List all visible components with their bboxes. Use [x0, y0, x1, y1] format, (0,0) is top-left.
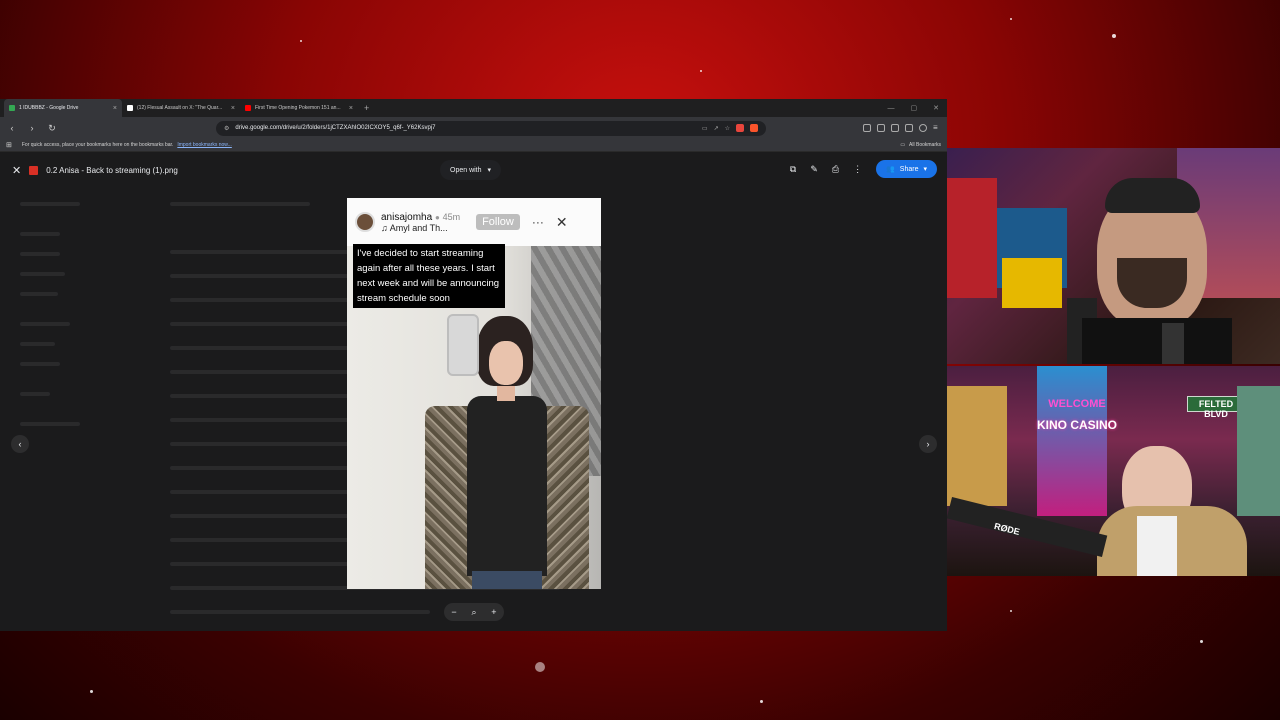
- youtube-icon: [245, 105, 251, 111]
- add-shortcut-icon[interactable]: ⧉: [790, 164, 796, 175]
- zoom-fit-icon[interactable]: ⌕: [471, 607, 476, 618]
- sparkle: [760, 700, 763, 703]
- bookmarks-bar: ⊞ For quick access, place your bookmarks…: [0, 139, 947, 152]
- previous-file-button[interactable]: ‹: [11, 435, 29, 453]
- music-icon: ♫: [381, 222, 388, 233]
- close-icon: ✕: [555, 213, 568, 230]
- site-info-icon[interactable]: ⚙: [224, 125, 229, 132]
- close-icon[interactable]: ✕: [12, 164, 21, 177]
- zoom-controls: − ⌕ +: [444, 603, 504, 621]
- toolbar-icons: ≡: [863, 124, 941, 132]
- tab-youtube[interactable]: First Time Opening Pokemon 151 an... ×: [240, 99, 358, 117]
- story-subtitle: Amyl and Th...: [389, 222, 448, 233]
- folder-icon: ▭: [900, 142, 906, 148]
- sparkle: [1010, 610, 1012, 612]
- navigation-bar: ‹ › ↻ ⚙ drive.google.com/drive/u/2/folde…: [0, 117, 947, 139]
- welcome-sign-text: WELCOME: [1048, 398, 1106, 410]
- more-options-icon[interactable]: ⋮: [853, 164, 862, 175]
- close-window-icon[interactable]: ✕: [933, 104, 939, 112]
- phone: [447, 314, 479, 376]
- verified-icon: ●: [434, 212, 440, 222]
- webcam-top: [947, 148, 1280, 364]
- close-tab-icon[interactable]: ×: [231, 105, 235, 112]
- chevron-down-icon: ▾: [923, 166, 927, 173]
- share-page-icon[interactable]: ↗: [714, 125, 719, 132]
- back-icon[interactable]: ‹: [6, 123, 18, 133]
- x-icon: [127, 105, 133, 111]
- people-icon: 👥: [886, 166, 895, 173]
- tab-title: First Time Opening Pokemon 151 an...: [255, 105, 341, 111]
- webcam-bottom: WELCOME KINO CASINO FELTED BLVD RØDE: [947, 366, 1280, 576]
- tab-title: 1 IDUBBBZ - Google Drive: [19, 105, 79, 111]
- zoom-in-icon[interactable]: +: [491, 607, 496, 617]
- tab-strip: 1 IDUBBBZ - Google Drive × (12) Flesual …: [0, 99, 947, 117]
- chevron-down-icon: ▾: [487, 167, 492, 174]
- sparkle: [1200, 640, 1203, 643]
- sidebar-icon[interactable]: [891, 124, 899, 132]
- sparkle: [300, 40, 302, 42]
- extensions-icon[interactable]: [863, 124, 871, 132]
- url-text: drive.google.com/drive/u/2/folders/1jCTZ…: [235, 125, 436, 131]
- tab-title: (12) Flesual Assault on X: "The Quar...: [137, 105, 223, 111]
- address-bar[interactable]: ⚙ drive.google.com/drive/u/2/folders/1jC…: [216, 120, 766, 136]
- image-file-icon: [29, 165, 39, 175]
- close-tab-icon[interactable]: ×: [113, 105, 117, 112]
- tab-x-post[interactable]: (12) Flesual Assault on X: "The Quar... …: [122, 99, 240, 117]
- add-comment-icon[interactable]: ✎: [810, 164, 818, 175]
- bookmarks-prompt: For quick access, place your bookmarks h…: [21, 142, 174, 148]
- next-file-button[interactable]: ›: [919, 435, 937, 453]
- story-username: anisajomha: [381, 211, 433, 223]
- share-button[interactable]: 👥 Share ▾: [876, 160, 937, 178]
- reload-icon[interactable]: ↻: [46, 123, 58, 134]
- more-icon: ···: [531, 215, 544, 229]
- open-with-label: Open with: [450, 166, 482, 174]
- profile-icon[interactable]: [919, 124, 927, 132]
- story-header: anisajomha ● 45m ♫ Amyl and Th... Follow…: [347, 198, 601, 246]
- follow-button: Follow: [476, 214, 520, 230]
- open-with-button[interactable]: Open with ▾: [440, 160, 502, 180]
- brave-icon[interactable]: [750, 124, 758, 132]
- print-icon[interactable]: ⎙: [832, 164, 839, 175]
- menu-icon[interactable]: ≡: [933, 124, 941, 132]
- screenshot-icon[interactable]: [877, 124, 885, 132]
- wallet-icon[interactable]: [905, 124, 913, 132]
- zoom-out-icon[interactable]: −: [451, 607, 456, 617]
- all-bookmarks-button[interactable]: ▭ All Bookmarks: [900, 142, 941, 148]
- new-tab-button[interactable]: +: [358, 99, 375, 117]
- forward-icon[interactable]: ›: [26, 123, 38, 133]
- story-user-info: anisajomha ● 45m ♫ Amyl and Th...: [381, 212, 460, 233]
- close-tab-icon[interactable]: ×: [349, 105, 353, 112]
- viewer-actions: ⧉ ✎ ⎙ ⋮ 👥 Share ▾: [790, 160, 937, 178]
- extension-icon[interactable]: [736, 124, 744, 132]
- import-bookmarks-link[interactable]: Import bookmarks now...: [177, 142, 231, 148]
- file-name: 0.2 Anisa - Back to streaming (1).png: [46, 165, 178, 175]
- all-bookmarks-label: All Bookmarks: [909, 142, 941, 148]
- avatar: [355, 212, 375, 232]
- share-label: Share: [899, 165, 919, 173]
- sparkle: [1112, 34, 1116, 38]
- sparkle: [1010, 18, 1012, 20]
- maximize-icon[interactable]: ▢: [911, 104, 918, 112]
- tab-google-drive[interactable]: 1 IDUBBBZ - Google Drive ×: [4, 99, 122, 117]
- sparkle: [535, 662, 545, 672]
- minimize-icon[interactable]: —: [888, 105, 895, 112]
- drive-icon: [9, 105, 15, 111]
- story-caption: I've decided to start streaming again af…: [353, 244, 505, 308]
- bookmark-star-icon[interactable]: ☆: [725, 125, 730, 132]
- image-preview: anisajomha ● 45m ♫ Amyl and Th... Follow…: [347, 198, 601, 589]
- story-time: 45m: [442, 211, 461, 222]
- sparkle: [90, 690, 93, 693]
- sparkle: [700, 70, 702, 72]
- apps-grid-icon[interactable]: ⊞: [6, 141, 12, 149]
- window-controls: — ▢ ✕: [888, 99, 948, 117]
- casino-sign-text: KINO CASINO: [1036, 418, 1117, 432]
- cast-icon[interactable]: ▭: [702, 125, 708, 132]
